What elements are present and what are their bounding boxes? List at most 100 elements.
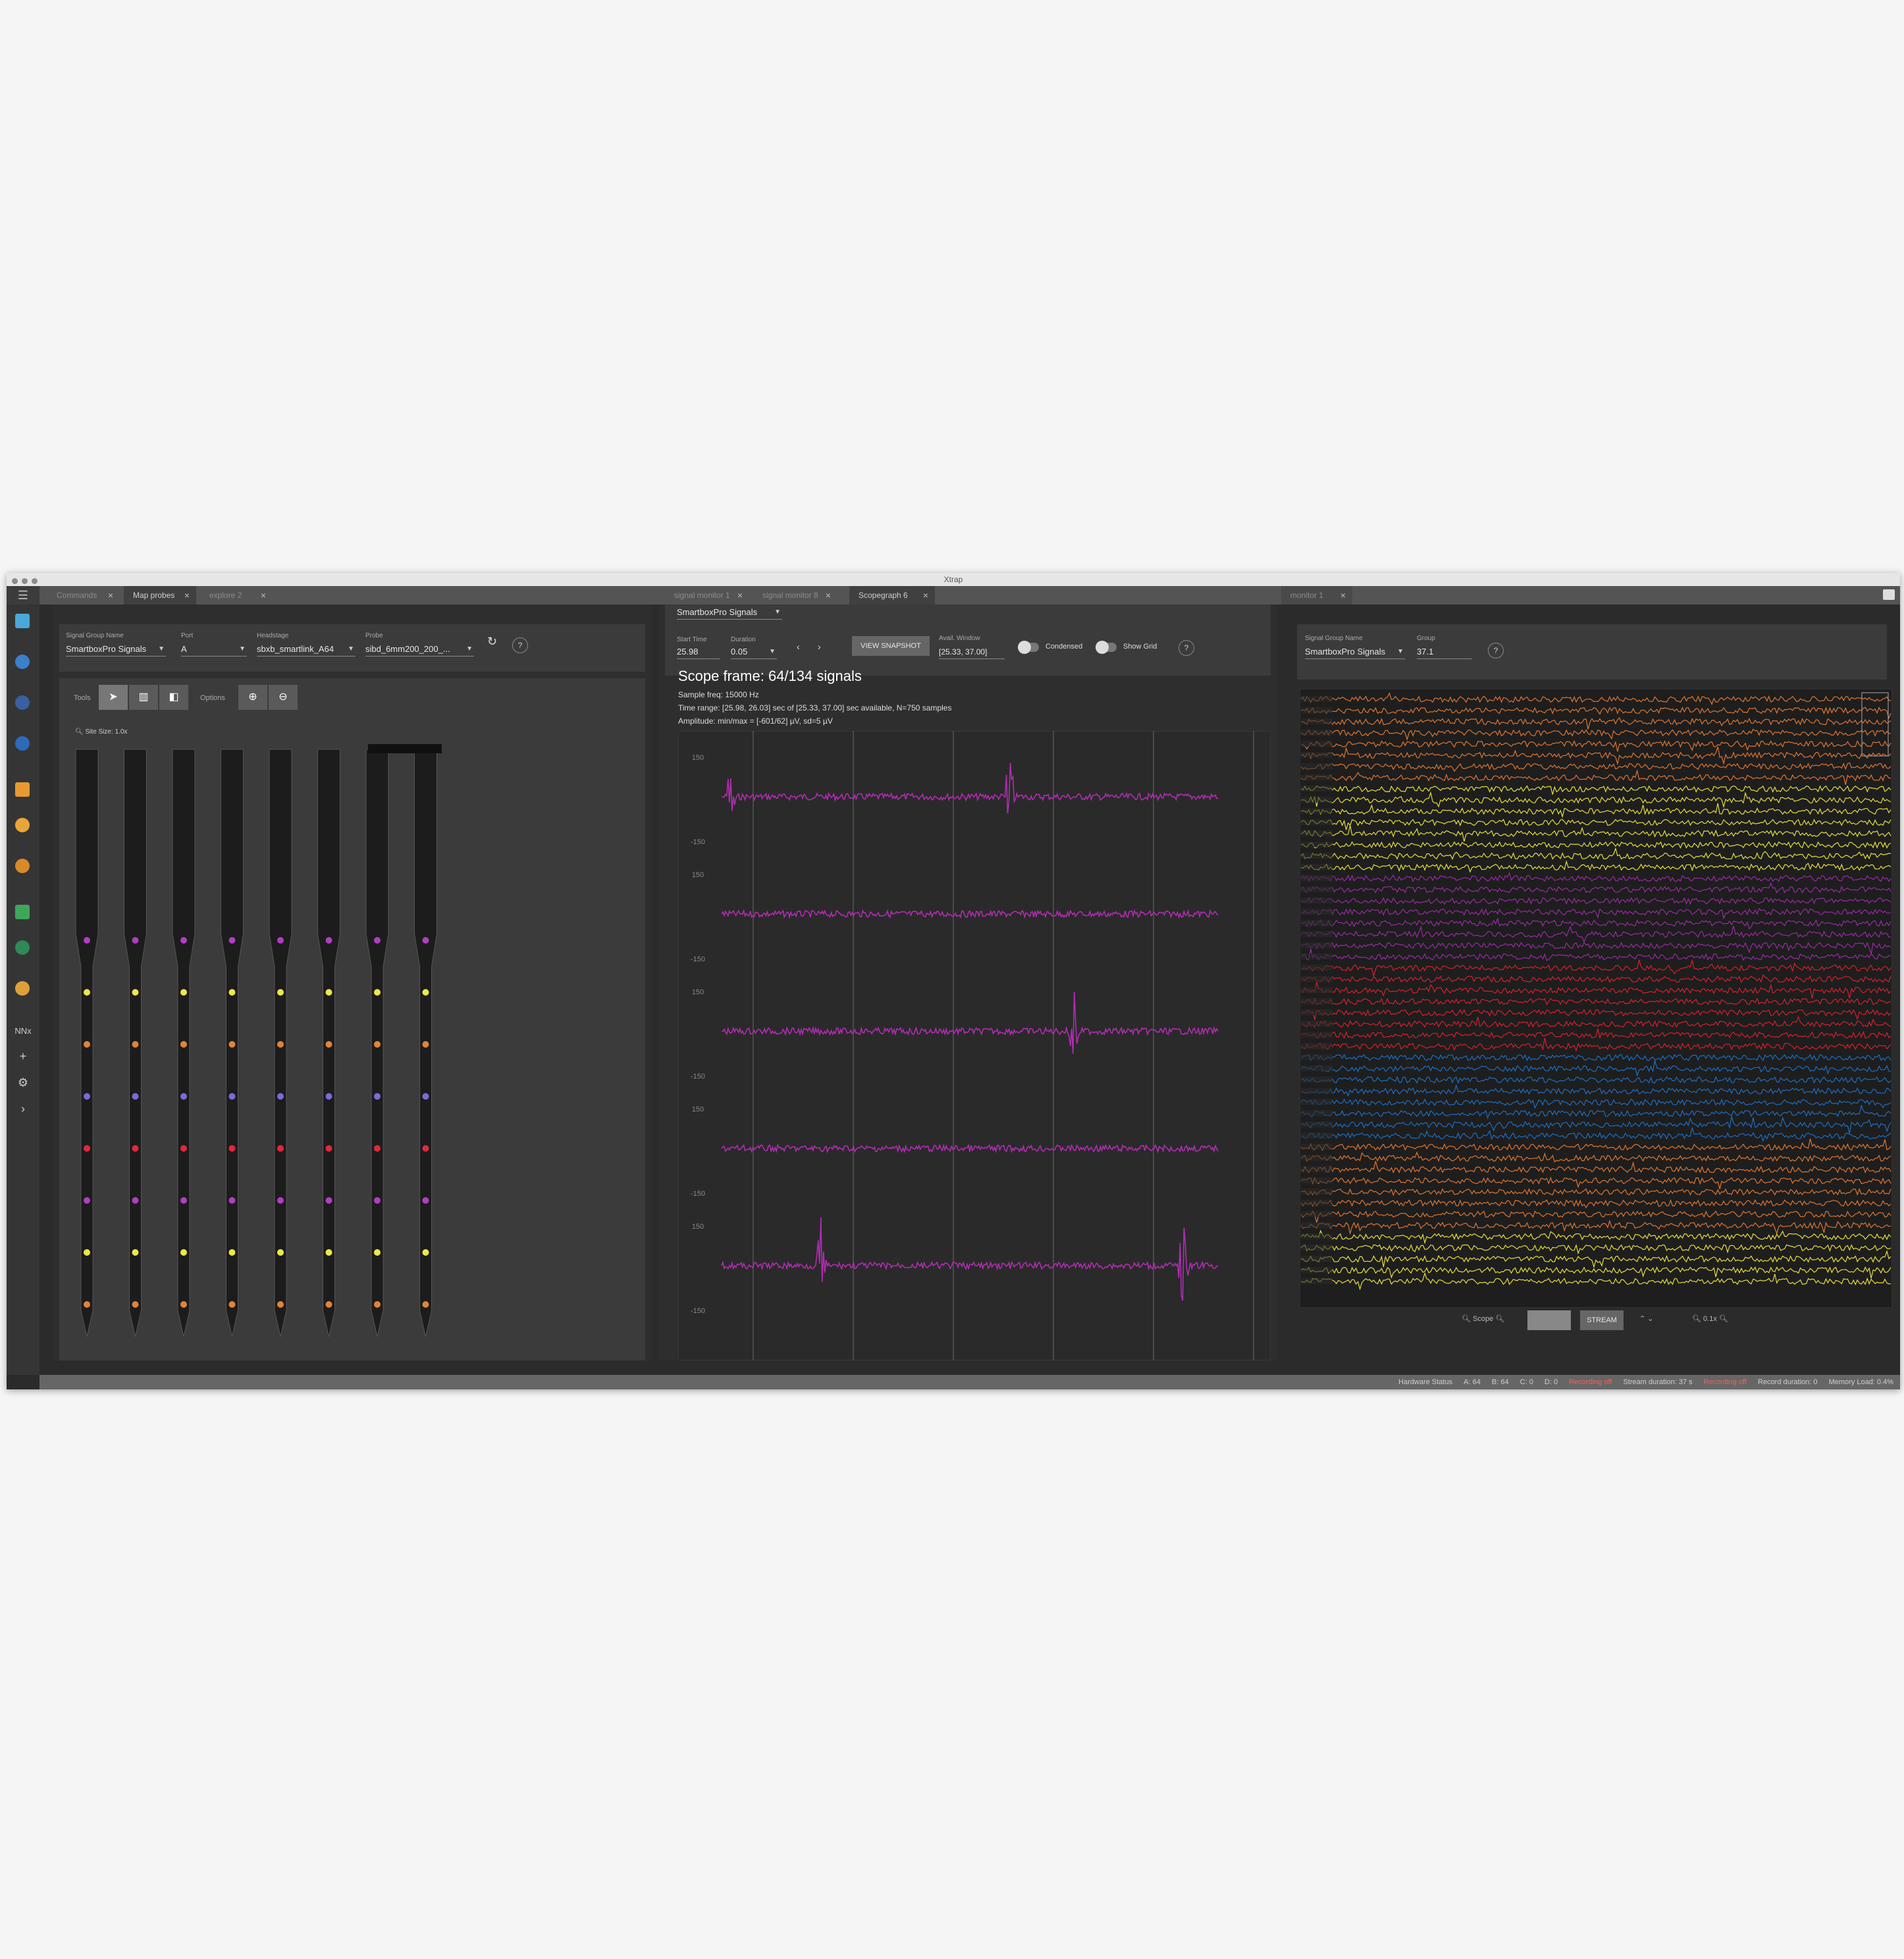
stream-duration: Stream duration: 37 s (1623, 1378, 1693, 1386)
electrode-site (422, 937, 429, 944)
stream-button[interactable]: STREAM (1580, 1310, 1624, 1330)
channel-label-bg (1301, 774, 1333, 780)
tab-strip: ☰ Commands × Map probes × explore 2 × signa… (7, 586, 1900, 604)
scope-signal-group-select[interactable]: SmartboxPro Signals ▼ (677, 606, 782, 620)
refresh-icon[interactable]: ↻ (487, 635, 497, 649)
zoom-in-icon[interactable]: ⊕ (238, 685, 267, 710)
channel-label-bg (1301, 1043, 1333, 1049)
port-select[interactable]: A ▼ (181, 643, 247, 657)
monitor-signal-group-select[interactable]: SmartboxPro Signals ▼ (1305, 645, 1405, 659)
channel-label-bg (1301, 909, 1333, 915)
monitor-time-zoom[interactable]: 🔍︎ 0.1x 🔍︎ (1692, 1314, 1728, 1323)
electrode-site (180, 1041, 187, 1048)
select-value: A (181, 644, 187, 654)
plus-icon[interactable]: + (7, 1050, 40, 1063)
zoom-label: Site Size: 1.0x (85, 728, 128, 736)
dropdown-arrow-icon: ▼ (1397, 648, 1404, 655)
channel-label-bg (1301, 953, 1333, 959)
tab-label: Scopegraph 6 (859, 591, 908, 600)
filter-icon[interactable] (15, 736, 30, 751)
duration-select[interactable]: 0.05 ▼ (731, 645, 777, 659)
step-forward-icon[interactable]: › (818, 641, 821, 652)
signal-group-select[interactable]: SmartboxPro Signals ▼ (66, 643, 166, 657)
database-icon[interactable] (15, 818, 30, 832)
display-icon[interactable] (15, 614, 30, 628)
probe-select[interactable]: sibd_6mm200_200_... ▼ (365, 643, 474, 657)
close-icon[interactable]: × (1340, 586, 1346, 604)
compass-icon[interactable] (15, 859, 30, 873)
tab-map-probes[interactable]: Map probes × (124, 586, 196, 604)
shank-header-highlight (368, 744, 442, 753)
step-back-icon[interactable]: ‹ (797, 641, 800, 652)
view-snapshot-button[interactable]: VIEW SNAPSHOT (852, 636, 930, 656)
channel-label-bg (1301, 842, 1333, 847)
probe-icon[interactable] (15, 695, 30, 710)
lasso-tool-icon[interactable]: ◧ (159, 685, 188, 710)
condensed-label: Condensed (1045, 643, 1083, 651)
network-icon[interactable] (15, 940, 30, 955)
condensed-toggle[interactable] (1018, 641, 1039, 654)
y-tick-top: 150 (692, 988, 704, 996)
electrode-site (180, 1145, 187, 1152)
monitor-scope-zoom[interactable]: 🔍︎ Scope 🔍︎ (1462, 1314, 1504, 1323)
gear-icon[interactable]: ⚙ (7, 1076, 40, 1090)
tab-label: signal monitor 8 (762, 591, 818, 600)
tab-commands[interactable]: Commands × (47, 586, 120, 604)
probe-shanks[interactable] (59, 744, 645, 1350)
dropdown-arrow-icon: ▼ (769, 648, 776, 655)
close-icon[interactable]: × (923, 586, 928, 604)
zoom-label: Scope (1473, 1315, 1494, 1323)
electrode-site (180, 1093, 187, 1100)
scroll-arrows-icon[interactable]: ⌃ ⌄ (1639, 1314, 1654, 1323)
headstage-select[interactable]: sbxb_smartlink_A64 ▼ (257, 643, 356, 657)
close-icon[interactable]: × (826, 586, 831, 604)
tab-signal-monitor-1[interactable]: signal monitor 1 × (665, 586, 749, 604)
tab-scopegraph[interactable]: Scopegraph 6 × (849, 586, 935, 604)
electrode-site (277, 1197, 284, 1204)
tab-signal-monitor-8[interactable]: signal monitor 8 × (753, 586, 837, 604)
close-icon[interactable]: × (261, 586, 266, 604)
sidebar: NNx + ⚙ › (7, 604, 40, 1375)
group-input[interactable]: 37.1 (1417, 645, 1472, 659)
select-tool-icon[interactable]: ▥ (129, 685, 158, 710)
port-label: Port (181, 632, 194, 639)
scope-settings-panel: SmartboxPro Signals ▼ Start Time 25.98 Du… (665, 604, 1271, 676)
monitor-traces[interactable] (1300, 689, 1892, 1308)
close-icon[interactable]: × (737, 586, 743, 604)
site-size-zoom[interactable]: 🔍︎ Site Size: 1.0x (75, 728, 127, 736)
zoom-out-icon[interactable]: ⊖ (269, 685, 298, 710)
scope-plot[interactable]: 150 -150 150 -150 150 -150 150 -150 150 -150 (678, 731, 1271, 1360)
nnx-label[interactable]: NNx (7, 1026, 40, 1036)
y-tick-bottom: -150 (691, 838, 705, 846)
window-layout-icon[interactable] (1883, 589, 1895, 600)
probe-shank (414, 749, 437, 1337)
start-time-input[interactable]: 25.98 (677, 645, 720, 659)
pointer-tool-icon[interactable]: ➤ (99, 685, 128, 710)
help-icon[interactable]: ? (1488, 643, 1504, 658)
chevron-right-icon[interactable]: › (7, 1102, 40, 1116)
select-value: SmartboxPro Signals (1305, 647, 1386, 657)
close-icon[interactable]: × (184, 586, 190, 604)
show-grid-toggle[interactable] (1096, 641, 1117, 654)
search-icon: 🔍︎ (1462, 1315, 1471, 1323)
y-tick-bottom: -150 (691, 1073, 705, 1081)
tab-explore[interactable]: explore 2 × (200, 586, 273, 604)
avail-window-value: [25.33, 37.00] (939, 645, 1005, 659)
grid-icon[interactable] (15, 905, 30, 919)
close-icon[interactable]: × (108, 586, 113, 604)
channel-label-bg (1301, 898, 1333, 903)
channel-label-bg (1301, 998, 1333, 1004)
electrode-site (84, 989, 90, 996)
tab-monitor-1[interactable]: monitor 1 × (1281, 586, 1352, 604)
pause-button[interactable] (1527, 1310, 1571, 1330)
channel-label-bg (1301, 752, 1333, 758)
globe-icon[interactable] (15, 655, 30, 669)
electrode-site (132, 937, 139, 944)
chart-icon[interactable] (15, 782, 30, 797)
electrode-site (422, 1093, 429, 1100)
hamburger-menu-icon[interactable]: ☰ (7, 586, 40, 604)
help-icon[interactable]: ? (1178, 640, 1194, 656)
channel-label-bg (1301, 920, 1333, 926)
layers-icon[interactable] (15, 981, 30, 996)
help-icon[interactable]: ? (512, 637, 528, 653)
